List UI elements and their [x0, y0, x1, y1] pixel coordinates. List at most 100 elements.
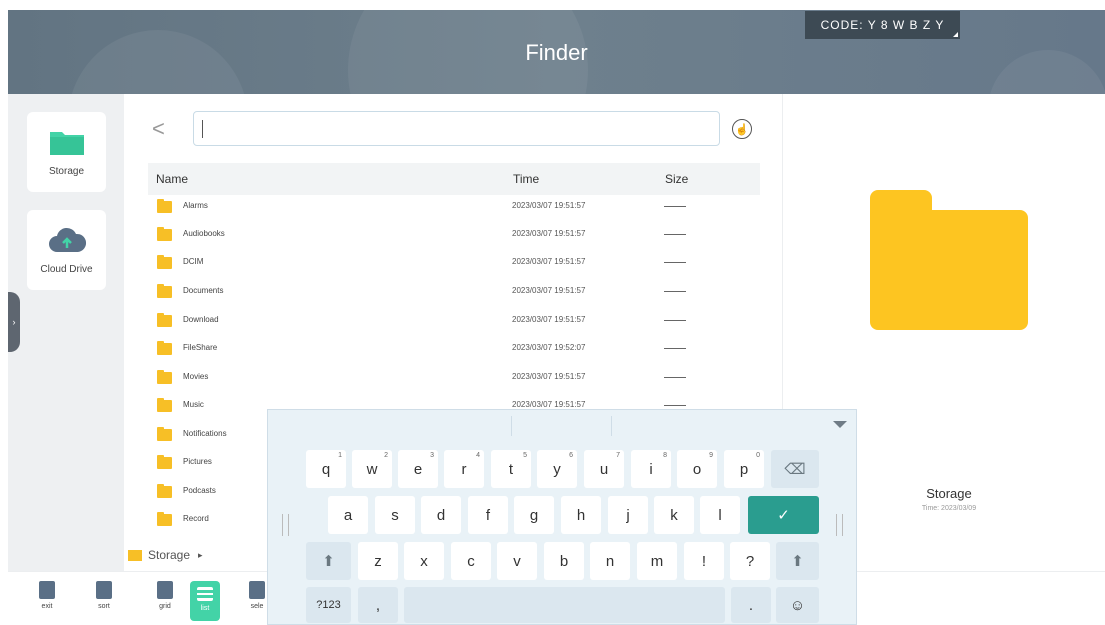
- key-q[interactable]: q1: [306, 450, 346, 488]
- shift-key-right[interactable]: ⬆: [776, 542, 819, 580]
- sort-icon: [96, 581, 112, 599]
- key-question[interactable]: ?: [730, 542, 770, 580]
- key-label: n: [605, 552, 615, 570]
- key-hint: 0: [756, 452, 760, 459]
- key-y[interactable]: y6: [537, 450, 577, 488]
- tool-label: exit: [41, 603, 53, 610]
- key-label: ,: [375, 596, 381, 614]
- touch-icon[interactable]: ☝: [732, 119, 752, 139]
- key-k[interactable]: k: [654, 496, 694, 534]
- keyboard-drag-handle[interactable]: [282, 514, 289, 536]
- file-time: 2023/03/07 19:51:57: [512, 372, 586, 381]
- backspace-icon: ⌫: [784, 461, 806, 478]
- preview-folder-icon: [870, 210, 1028, 330]
- key-j[interactable]: j: [608, 496, 648, 534]
- column-time[interactable]: Time: [513, 172, 539, 186]
- key-a[interactable]: a: [328, 496, 368, 534]
- back-button[interactable]: <: [152, 117, 176, 143]
- exit-icon: [39, 581, 55, 599]
- suggestion-divider: [611, 416, 612, 436]
- key-w[interactable]: w2: [352, 450, 392, 488]
- key-label: v: [513, 552, 521, 570]
- backspace-key[interactable]: ⌫: [771, 450, 819, 488]
- key-t[interactable]: t5: [491, 450, 531, 488]
- key-label: i: [649, 460, 653, 478]
- key-o[interactable]: o9: [677, 450, 717, 488]
- file-name: Download: [183, 315, 219, 324]
- key-x[interactable]: x: [404, 542, 444, 580]
- table-row[interactable]: DCIM 2023/03/07 19:51:57: [148, 249, 760, 277]
- key-hint: 1: [338, 452, 342, 459]
- table-row[interactable]: Movies 2023/03/07 19:51:57: [148, 364, 760, 392]
- key-f[interactable]: f: [468, 496, 508, 534]
- key-label: h: [576, 506, 586, 524]
- sidebar-expand-handle[interactable]: ›: [8, 292, 20, 352]
- key-hint: 5: [523, 452, 527, 459]
- table-row[interactable]: Documents 2023/03/07 19:51:57: [148, 278, 760, 306]
- sort-button[interactable]: sort: [89, 581, 119, 621]
- key-u[interactable]: u7: [584, 450, 624, 488]
- grid-view-button[interactable]: grid: [150, 581, 180, 621]
- key-comma[interactable]: ,: [358, 587, 398, 623]
- keyboard-drag-handle[interactable]: [836, 514, 843, 536]
- key-n[interactable]: n: [590, 542, 630, 580]
- table-row[interactable]: Download 2023/03/07 19:51:57: [148, 307, 760, 335]
- table-row[interactable]: FileShare 2023/03/07 19:52:07: [148, 335, 760, 363]
- breadcrumb[interactable]: Storage ▸: [128, 545, 203, 565]
- sidebar-item-storage[interactable]: Storage: [27, 112, 106, 192]
- select-button[interactable]: sele: [247, 581, 267, 621]
- keyboard-hide-icon[interactable]: [833, 421, 847, 428]
- key-m[interactable]: m: [637, 542, 677, 580]
- key-label: ?: [745, 552, 755, 570]
- mode-switch-key[interactable]: ?123: [306, 587, 351, 623]
- sidebar-item-cloud-drive[interactable]: Cloud Drive: [27, 210, 106, 290]
- key-l[interactable]: l: [700, 496, 740, 534]
- column-size[interactable]: Size: [665, 172, 688, 186]
- key-hint: 8: [663, 452, 667, 459]
- key-s[interactable]: s: [375, 496, 415, 534]
- key-label: m: [650, 552, 664, 570]
- key-d[interactable]: d: [421, 496, 461, 534]
- shift-icon: ⬆: [791, 553, 804, 570]
- key-c[interactable]: c: [451, 542, 491, 580]
- text-caret: [202, 120, 203, 138]
- file-name: Alarms: [183, 201, 208, 210]
- exit-button[interactable]: exit: [32, 581, 62, 621]
- key-h[interactable]: h: [561, 496, 601, 534]
- sidebar-item-label: Storage: [48, 165, 85, 177]
- file-size-empty: [664, 234, 686, 235]
- folder-icon: [157, 398, 172, 412]
- breadcrumb-label: Storage: [148, 548, 191, 562]
- file-size-empty: [664, 377, 686, 378]
- key-b[interactable]: b: [544, 542, 584, 580]
- enter-key[interactable]: ✓: [748, 496, 819, 534]
- select-icon: [249, 581, 265, 599]
- key-hint: 6: [569, 452, 573, 459]
- file-size-empty: [664, 291, 686, 292]
- key-z[interactable]: z: [358, 542, 398, 580]
- key-label: l: [718, 506, 722, 524]
- key-hint: 3: [430, 452, 434, 459]
- key-g[interactable]: g: [514, 496, 554, 534]
- column-name[interactable]: Name: [156, 172, 188, 186]
- key-e[interactable]: e3: [398, 450, 438, 488]
- space-key[interactable]: [404, 587, 725, 623]
- key-label: .: [748, 596, 754, 614]
- folder-icon: [128, 549, 142, 561]
- key-r[interactable]: r4: [444, 450, 484, 488]
- emoji-key[interactable]: ☺: [776, 587, 819, 623]
- shift-key-left[interactable]: ⬆: [306, 542, 351, 580]
- file-time: 2023/03/07 19:51:57: [512, 201, 586, 210]
- key-exclamation[interactable]: !: [684, 542, 724, 580]
- table-row[interactable]: Audiobooks 2023/03/07 19:51:57: [148, 221, 760, 249]
- key-p[interactable]: p0: [724, 450, 764, 488]
- table-row[interactable]: Alarms 2023/03/07 19:51:57: [148, 193, 760, 221]
- path-input[interactable]: [193, 111, 720, 146]
- key-i[interactable]: i8: [631, 450, 671, 488]
- key-label: ?123: [316, 599, 341, 611]
- key-hint: 4: [476, 452, 480, 459]
- key-period[interactable]: .: [731, 587, 771, 623]
- list-view-button[interactable]: list: [190, 581, 220, 621]
- code-badge[interactable]: CODE: Y 8 W B Z Y: [805, 11, 960, 39]
- key-v[interactable]: v: [497, 542, 537, 580]
